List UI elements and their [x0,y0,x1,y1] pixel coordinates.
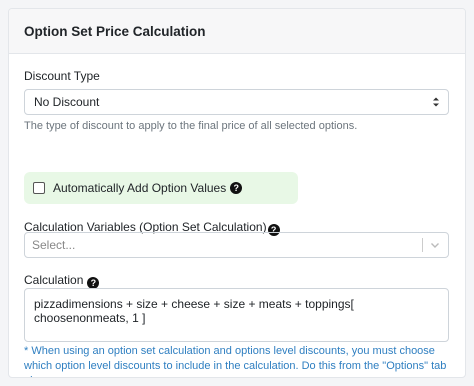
calculation-label: Calculation? [24,273,100,289]
discount-type-help: The type of discount to apply to the fin… [24,120,358,132]
panel-title: Option Set Price Calculation [9,9,465,54]
discount-type-value: No Discount [34,95,100,109]
select-arrows-icon [433,97,439,107]
help-icon[interactable]: ? [230,182,243,194]
calculation-textarea[interactable]: pizzadimensions + size + cheese + size +… [24,288,449,342]
option-set-price-card: Option Set Price Calculation Discount Ty… [8,8,466,378]
calculation-label-text: Calculation [24,273,84,287]
auto-add-label: Automatically Add Option Values [53,181,227,195]
calc-variables-select[interactable]: Select... [24,232,449,258]
calc-variables-placeholder: Select... [32,238,76,252]
discount-type-label: Discount Type [24,69,100,83]
discount-type-select[interactable]: No Discount [24,89,449,115]
auto-add-checkbox[interactable] [33,182,45,194]
calculation-note: * When using an option set calculation a… [24,345,447,377]
chevron-down-icon [431,243,439,248]
select-divider [422,238,423,252]
auto-add-option-box: Automatically Add Option Values ? [24,172,298,204]
